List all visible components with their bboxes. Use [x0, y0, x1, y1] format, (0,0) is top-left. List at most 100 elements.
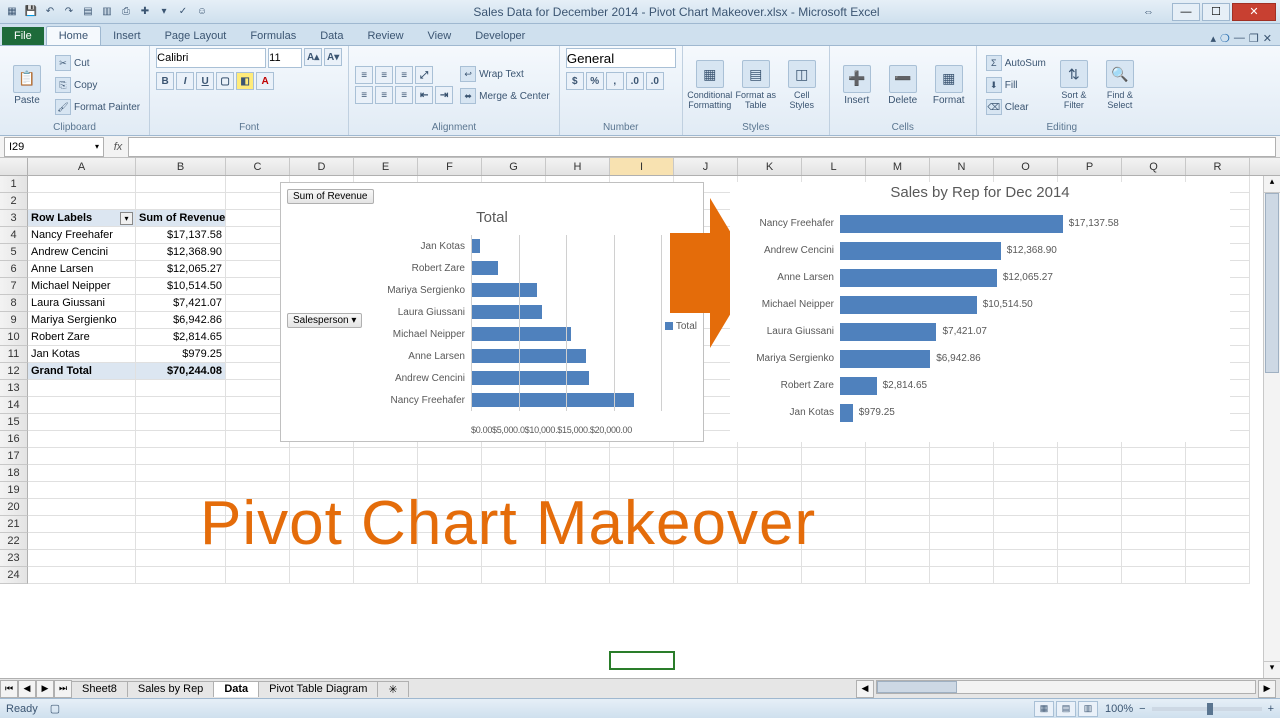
cell[interactable] — [226, 567, 290, 584]
cell[interactable] — [1186, 499, 1250, 516]
align-top-button[interactable]: ≡ — [355, 66, 373, 84]
cell[interactable] — [1058, 550, 1122, 567]
cell[interactable] — [930, 448, 994, 465]
macro-record-icon[interactable]: ▢ — [50, 702, 60, 715]
cell[interactable] — [1186, 567, 1250, 584]
cell[interactable] — [482, 567, 546, 584]
cell[interactable] — [866, 465, 930, 482]
column-header[interactable]: E — [354, 158, 418, 175]
cell[interactable] — [28, 176, 136, 193]
column-header[interactable]: F — [418, 158, 482, 175]
cell[interactable] — [28, 414, 136, 431]
cell[interactable] — [1058, 533, 1122, 550]
copy-button[interactable]: ⎘Copy — [52, 75, 143, 95]
cell[interactable] — [866, 567, 930, 584]
paste-button[interactable]: 📋Paste — [6, 52, 48, 118]
cell[interactable] — [994, 550, 1058, 567]
cell[interactable] — [930, 533, 994, 550]
row-header[interactable]: 6 — [0, 261, 28, 278]
cell[interactable] — [290, 567, 354, 584]
cell[interactable] — [354, 567, 418, 584]
percent-button[interactable]: % — [586, 72, 604, 90]
cell[interactable] — [354, 465, 418, 482]
cell[interactable] — [1122, 499, 1186, 516]
column-header[interactable]: B — [136, 158, 226, 175]
qat-icon[interactable]: ✓ — [175, 4, 191, 20]
cell[interactable]: $7,421.07 — [136, 295, 226, 312]
tab-insert[interactable]: Insert — [101, 27, 153, 45]
cell[interactable] — [1122, 516, 1186, 533]
tab-nav-last[interactable]: ⏭ — [54, 680, 72, 698]
cell[interactable] — [546, 567, 610, 584]
cell[interactable]: $6,942.86 — [136, 312, 226, 329]
conditional-formatting-button[interactable]: ▦Conditional Formatting — [689, 52, 731, 118]
cell[interactable] — [28, 516, 136, 533]
fill-button[interactable]: ⬇Fill — [983, 75, 1049, 95]
cell[interactable] — [674, 465, 738, 482]
cell[interactable] — [418, 448, 482, 465]
tab-file[interactable]: File — [2, 27, 44, 45]
view-normal-button[interactable]: ▦ — [1034, 701, 1054, 717]
tab-page-layout[interactable]: Page Layout — [153, 27, 239, 45]
align-bot-button[interactable]: ≡ — [395, 66, 413, 84]
cell[interactable] — [1122, 533, 1186, 550]
cell-styles-button[interactable]: ◫Cell Styles — [781, 52, 823, 118]
new-sheet-button[interactable]: ✳ — [377, 681, 408, 697]
cell[interactable] — [546, 448, 610, 465]
row-header[interactable]: 23 — [0, 550, 28, 567]
row-header[interactable]: 13 — [0, 380, 28, 397]
zoom-out-button[interactable]: − — [1139, 703, 1145, 715]
cell[interactable] — [1122, 550, 1186, 567]
column-header[interactable]: P — [1058, 158, 1122, 175]
cell[interactable]: $979.25 — [136, 346, 226, 363]
cell[interactable] — [674, 567, 738, 584]
cell[interactable] — [1122, 448, 1186, 465]
column-header[interactable]: M — [866, 158, 930, 175]
row-header[interactable]: 5 — [0, 244, 28, 261]
sheet-tab[interactable]: Data — [213, 681, 259, 697]
column-header[interactable]: L — [802, 158, 866, 175]
cell[interactable] — [28, 193, 136, 210]
indent-inc-button[interactable]: ⇥ — [435, 86, 453, 104]
cell[interactable]: $2,814.65 — [136, 329, 226, 346]
cell[interactable] — [1186, 482, 1250, 499]
view-break-button[interactable]: ▥ — [1078, 701, 1098, 717]
window-close-icon[interactable]: ✕ — [1263, 32, 1272, 45]
cell[interactable] — [930, 465, 994, 482]
cell[interactable] — [866, 499, 930, 516]
horizontal-scrollbar[interactable]: ◀ ▶ — [409, 680, 1280, 698]
tab-home[interactable]: Home — [46, 26, 101, 45]
worksheet-grid[interactable]: ABCDEFGHIJKLMNOPQR 123456789101112131415… — [0, 158, 1280, 678]
window-restore-icon[interactable]: ❐ — [1249, 32, 1259, 45]
row-header[interactable]: 10 — [0, 329, 28, 346]
cell[interactable] — [1058, 516, 1122, 533]
cell[interactable] — [1058, 482, 1122, 499]
pivot-dropdown-button[interactable]: ▾ — [120, 212, 133, 225]
minimize-button[interactable]: — — [1172, 3, 1200, 21]
cell[interactable] — [1058, 567, 1122, 584]
cell[interactable]: Jan Kotas — [28, 346, 136, 363]
align-center-button[interactable]: ≡ — [375, 86, 393, 104]
qat-icon[interactable]: ✚ — [137, 4, 153, 20]
fx-icon[interactable]: fx — [108, 141, 128, 153]
cell[interactable]: Sum of Revenue — [136, 210, 226, 227]
chart-right[interactable]: Sales by Rep for Dec 2014 Nancy Freehafe… — [730, 182, 1230, 442]
italic-button[interactable]: I — [176, 72, 194, 90]
cell[interactable] — [738, 448, 802, 465]
column-header[interactable]: J — [674, 158, 738, 175]
cell[interactable]: Laura Giussani — [28, 295, 136, 312]
cell[interactable]: Grand Total — [28, 363, 136, 380]
cell[interactable]: $70,244.08 — [136, 363, 226, 380]
align-right-button[interactable]: ≡ — [395, 86, 413, 104]
inc-decimal-button[interactable]: .0 — [626, 72, 644, 90]
cell[interactable] — [418, 465, 482, 482]
cell[interactable] — [136, 448, 226, 465]
zoom-in-button[interactable]: + — [1268, 703, 1274, 715]
cell[interactable] — [674, 448, 738, 465]
qat-icon[interactable]: ▾ — [156, 4, 172, 20]
cell[interactable] — [1186, 533, 1250, 550]
shrink-font-button[interactable]: A▾ — [324, 48, 342, 66]
align-left-button[interactable]: ≡ — [355, 86, 373, 104]
tab-formulas[interactable]: Formulas — [238, 27, 308, 45]
column-header[interactable]: C — [226, 158, 290, 175]
